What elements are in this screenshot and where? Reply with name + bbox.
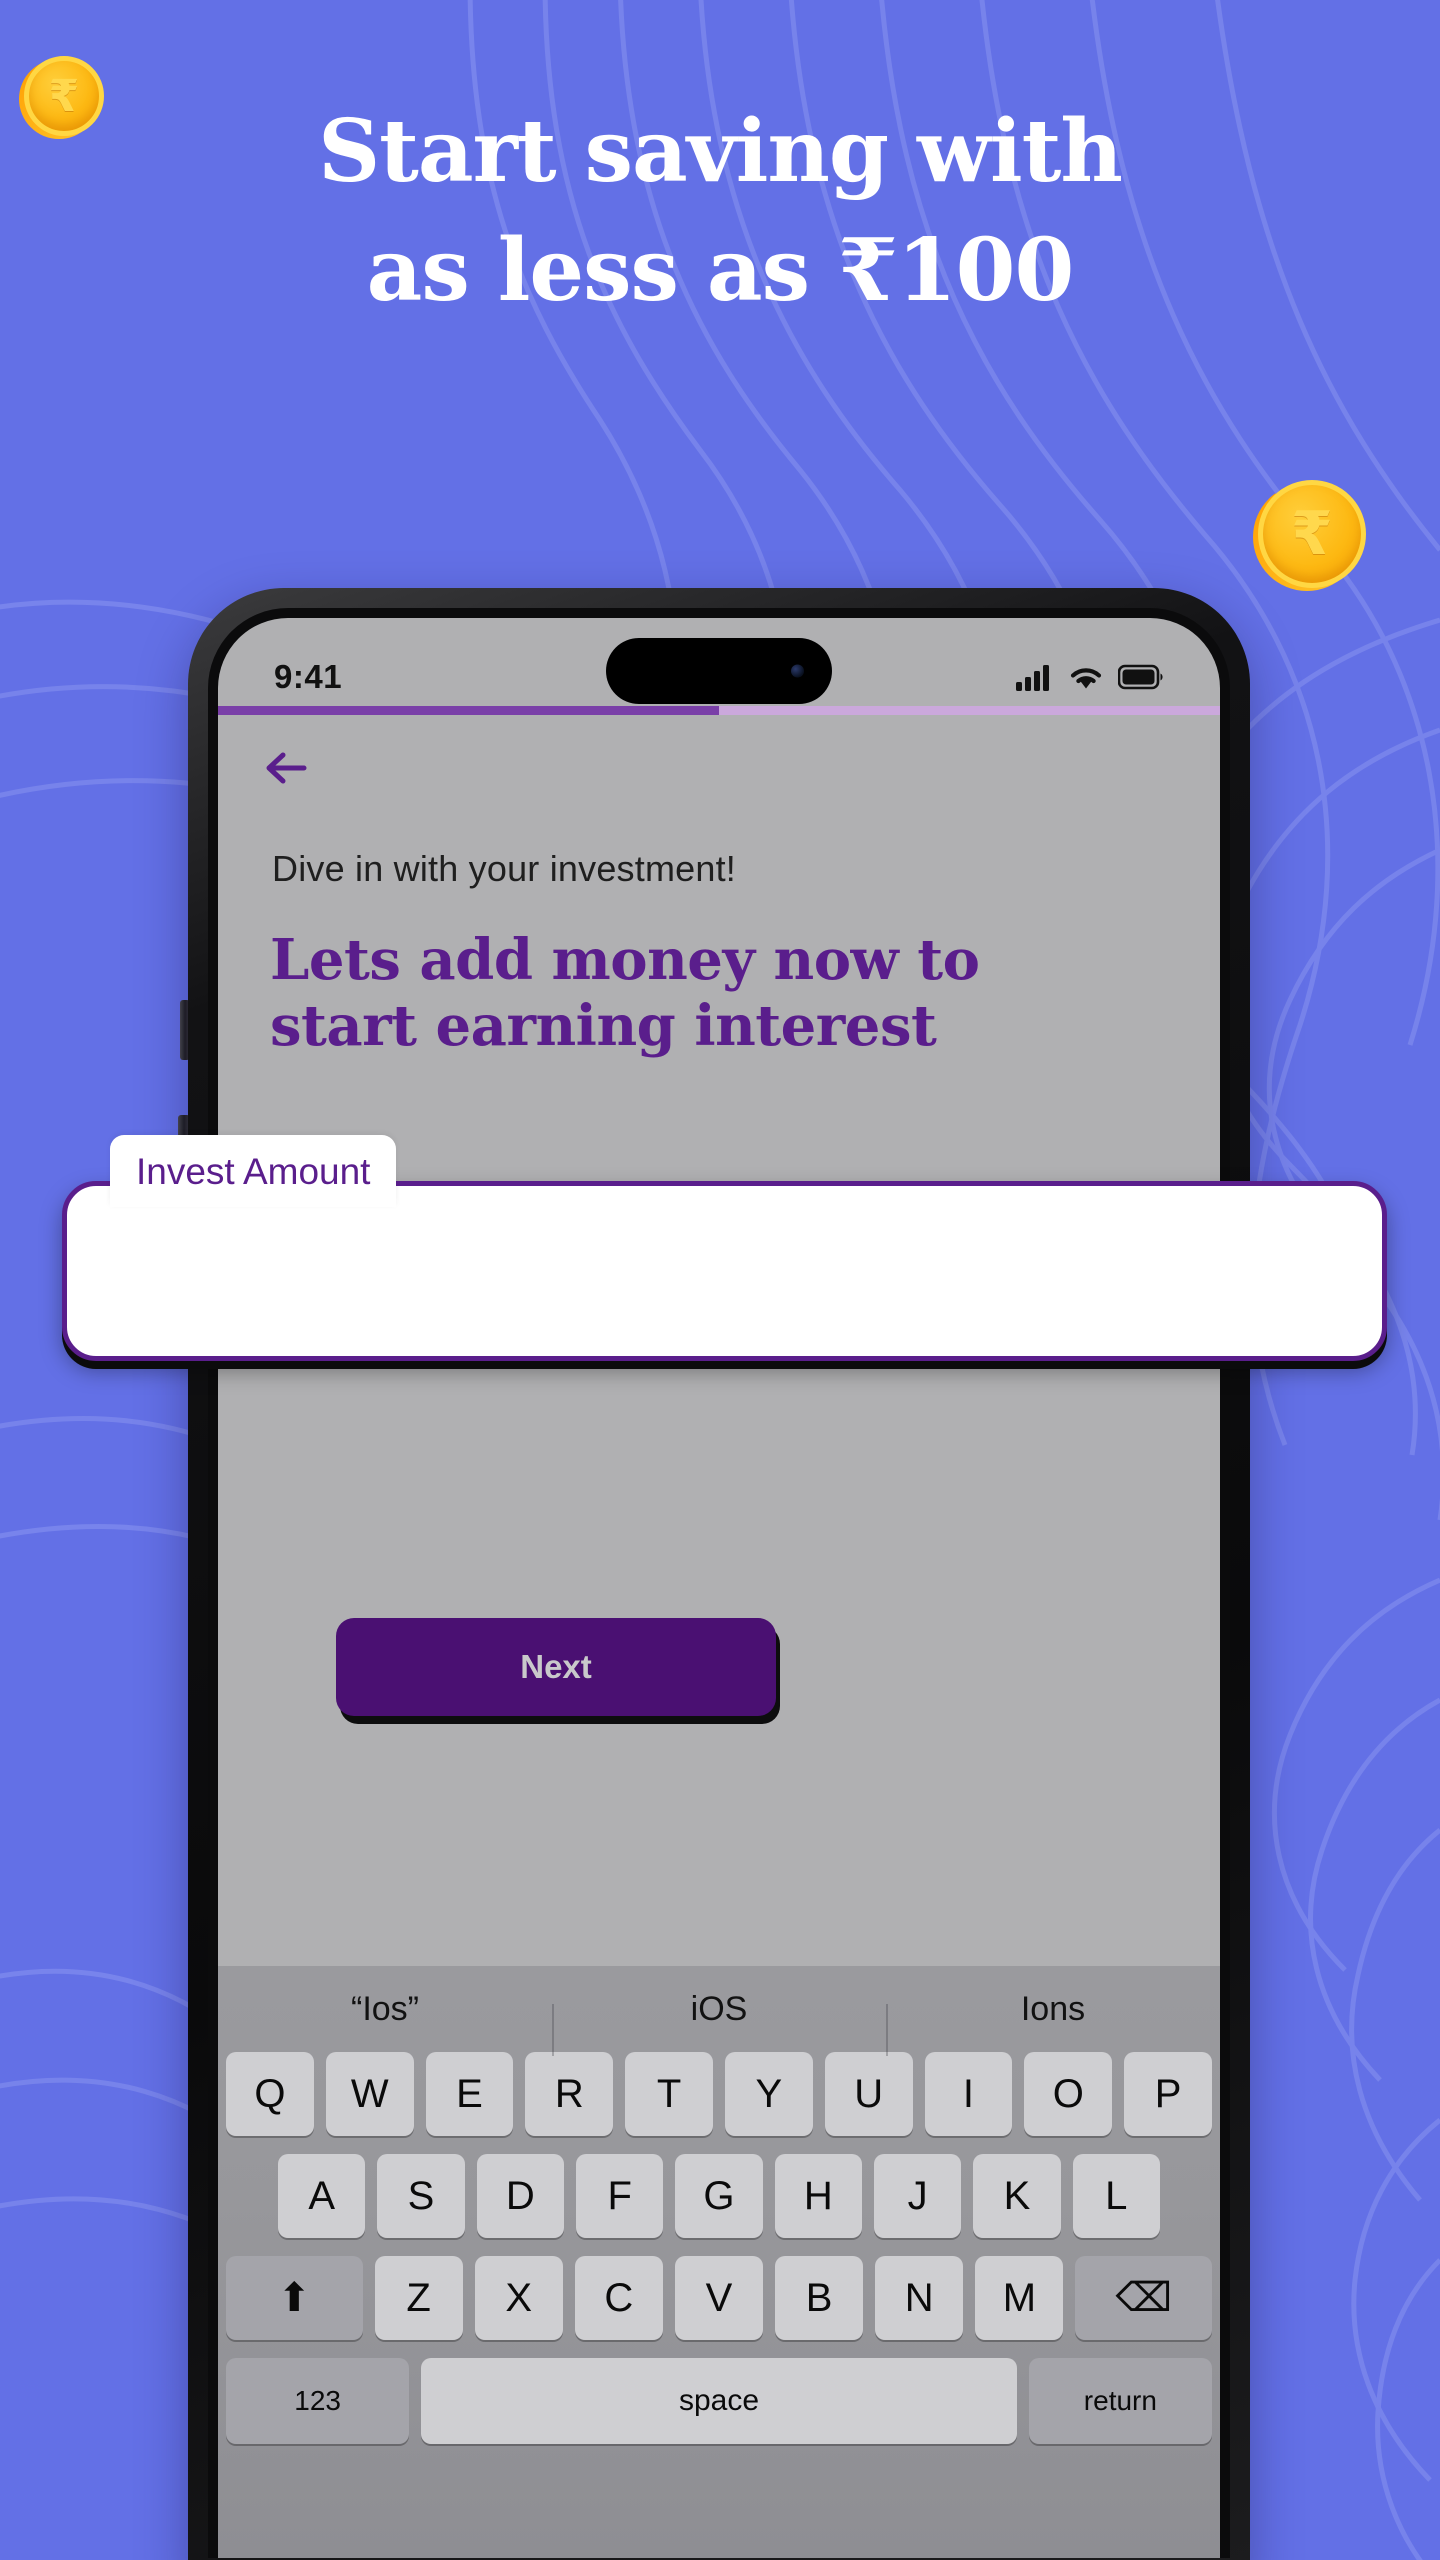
key-s[interactable]: S [377, 2154, 465, 2238]
key-y[interactable]: Y [725, 2052, 813, 2136]
battery-full-icon [1118, 664, 1163, 690]
next-button[interactable]: Next [336, 1618, 776, 1716]
screen-title: Lets add money now to start earning inte… [270, 927, 980, 1059]
key-q[interactable]: Q [226, 2052, 314, 2136]
space-key[interactable]: space [421, 2358, 1017, 2444]
headline-line-2: as less as ₹100 [366, 220, 1075, 322]
back-button[interactable] [262, 740, 332, 796]
key-o[interactable]: O [1024, 2052, 1113, 2136]
invest-amount-label: Invest Amount [110, 1135, 397, 1207]
key-g[interactable]: G [675, 2154, 763, 2238]
key-p[interactable]: P [1124, 2052, 1212, 2136]
key-k[interactable]: K [973, 2154, 1061, 2238]
progress-bar-fill [218, 706, 719, 715]
suggestion-item-2[interactable]: iOS [552, 1990, 886, 2056]
invest-amount-input[interactable] [67, 1186, 1382, 1356]
key-e[interactable]: E [425, 2052, 514, 2136]
key-i[interactable]: I [924, 2052, 1013, 2136]
return-key[interactable]: return [1028, 2358, 1212, 2444]
arrow-left-icon [266, 752, 307, 784]
invest-amount-field-group: Invest Amount [62, 1135, 1387, 1361]
rupee-symbol: ₹ [1291, 499, 1333, 569]
shift-key-icon[interactable]: ⬆ [225, 2256, 363, 2340]
rupee-symbol: ₹ [48, 70, 80, 122]
key-t[interactable]: T [625, 2052, 713, 2136]
rupee-coin-icon-top-left: ₹ [19, 56, 104, 139]
invest-amount-input-box[interactable] [62, 1181, 1387, 1361]
key-n[interactable]: N [875, 2256, 964, 2340]
phone-mockup: 9:41 Dive in with your investment! Lets … [188, 588, 1250, 2560]
front-camera-icon [791, 664, 804, 678]
dynamic-island [606, 638, 832, 704]
key-m[interactable]: M [975, 2256, 1064, 2340]
screen-subtitle: Dive in with your investment! [272, 848, 736, 889]
key-b[interactable]: B [775, 2256, 864, 2340]
coin-face: ₹ [24, 56, 104, 136]
keyboard-row-2: A S D F G H J K L [218, 2154, 1220, 2238]
status-bar-indicators [1016, 663, 1164, 691]
keyboard-row-1: Q W E R T Y U I O P [218, 2052, 1220, 2136]
onboarding-progress-bar [218, 706, 1220, 715]
key-l[interactable]: L [1072, 2154, 1160, 2238]
key-a[interactable]: A [278, 2154, 366, 2238]
key-c[interactable]: C [574, 2256, 663, 2340]
suggestion-item-1[interactable]: “Ios” [218, 1990, 552, 2029]
status-bar-clock: 9:41 [274, 658, 343, 695]
key-d[interactable]: D [476, 2154, 564, 2238]
key-v[interactable]: V [674, 2256, 764, 2340]
numbers-key[interactable]: 123 [226, 2358, 410, 2444]
coin-face: ₹ [1258, 480, 1366, 588]
wifi-icon [1070, 667, 1102, 688]
backspace-key-icon[interactable]: ⌫ [1075, 2256, 1213, 2340]
key-z[interactable]: Z [374, 2256, 463, 2340]
headline-line-1: Start saving with [318, 101, 1123, 202]
promo-headline: Start saving with as less as ₹100 [0, 100, 1440, 322]
keyboard-row-3: ⬆ Z X C V B N M ⌫ [218, 2256, 1220, 2340]
rupee-coin-icon-right: ₹ [1253, 480, 1366, 591]
phone-screen: 9:41 Dive in with your investment! Lets … [218, 618, 1220, 2558]
ios-keyboard: “Ios” iOS Ions Q W E R T Y U I O P A S D… [218, 1966, 1220, 2558]
keyboard-row-4: 123 space return [218, 2358, 1220, 2444]
key-h[interactable]: H [774, 2154, 862, 2238]
key-f[interactable]: F [576, 2154, 664, 2238]
suggestion-item-3[interactable]: Ions [886, 1990, 1220, 2056]
key-x[interactable]: X [474, 2256, 563, 2340]
keyboard-suggestion-bar: “Ios” iOS Ions [218, 1966, 1220, 2056]
phone-bezel: 9:41 Dive in with your investment! Lets … [208, 608, 1230, 2558]
key-r[interactable]: R [525, 2052, 614, 2136]
signal-bars-icon [1016, 665, 1049, 691]
key-u[interactable]: U [824, 2052, 913, 2136]
key-j[interactable]: J [873, 2154, 962, 2238]
key-w[interactable]: W [325, 2052, 414, 2136]
